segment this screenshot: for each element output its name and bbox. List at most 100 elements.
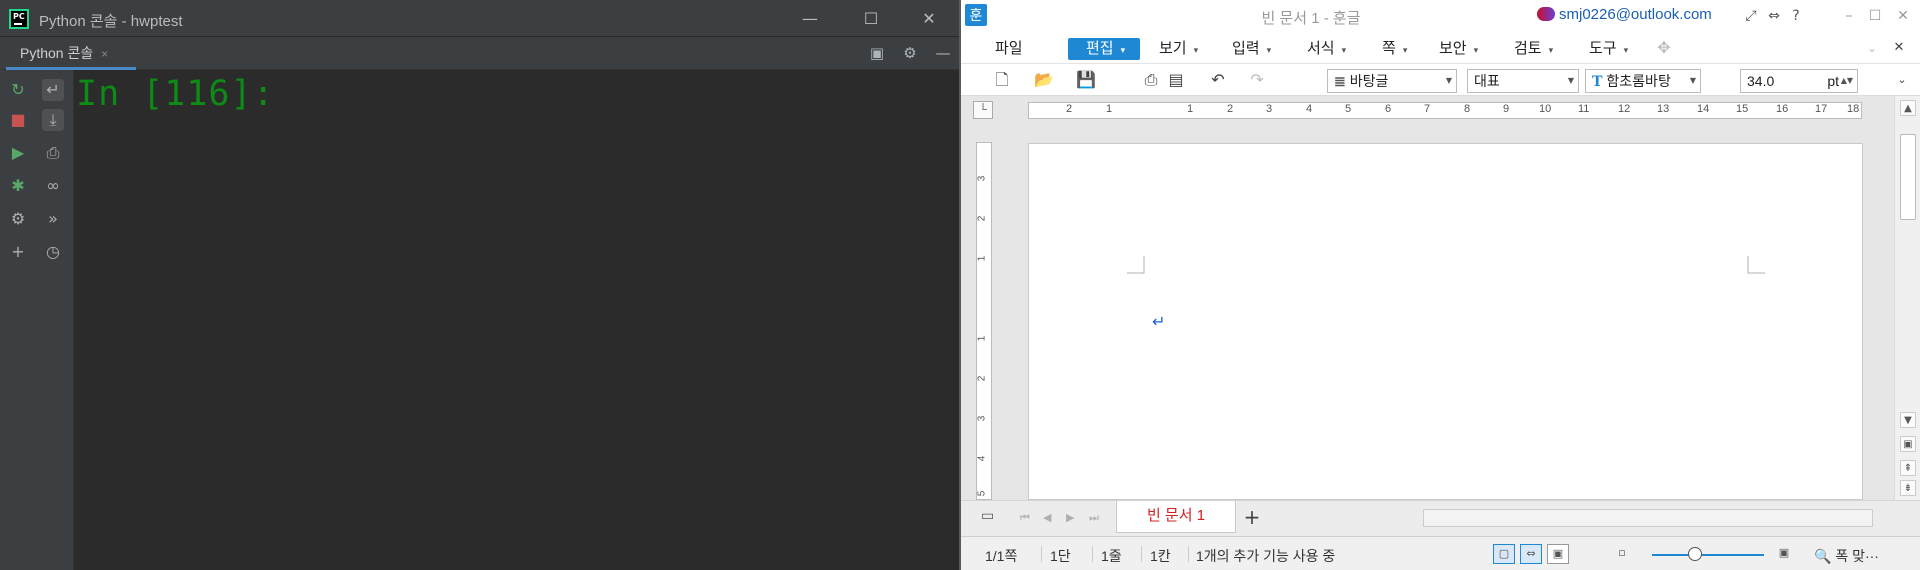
close-button[interactable]: ✕ [1891, 6, 1915, 26]
open-folder-icon[interactable]: 📂 [1033, 69, 1055, 91]
console-output[interactable]: In [116]: [74, 70, 959, 570]
add-tab-button[interactable]: + [1239, 505, 1265, 529]
tab-label: Python 콘솔 [20, 45, 94, 61]
close-doc-icon[interactable]: ✕ [1888, 37, 1910, 59]
horizontal-ruler[interactable]: 2 1 1 2 3 4 5 6 7 8 9 10 11 12 13 14 15 … [1028, 102, 1862, 119]
maximize-button[interactable]: ☐ [1863, 6, 1887, 26]
page-view-icon[interactable]: ▣ [1900, 436, 1916, 452]
save-icon[interactable]: 💾 [1075, 69, 1097, 91]
tab-stop-selector[interactable]: └ [973, 101, 993, 119]
history-icon[interactable]: ◷ [42, 241, 64, 263]
zoom-slider-knob[interactable] [1688, 547, 1702, 561]
minimize-button[interactable]: – [1837, 6, 1861, 26]
menu-file[interactable]: 파일 [995, 38, 1023, 60]
zoom-slider[interactable] [1652, 554, 1764, 556]
tab-list-icon[interactable]: ▭ [981, 508, 994, 524]
hangul-logo-icon: 훈 [965, 4, 987, 26]
console-toolbar-left: ↻ ■ ▶ ✱ ⚙ + [0, 70, 36, 570]
scroll-up-icon[interactable]: ▲ [1900, 100, 1916, 116]
new-document-icon[interactable]: 🗋 [991, 69, 1013, 91]
redo-icon[interactable]: ↷ [1246, 69, 1268, 91]
desktop: PC Python 콘솔 - hwptest — ☐ ✕ Python 콘솔 ×… [0, 0, 1920, 570]
horizontal-scrollbar[interactable] [1423, 509, 1873, 527]
resize-icon[interactable]: ⇔ [1765, 6, 1783, 26]
rerun-icon[interactable]: ↻ [7, 79, 29, 101]
layout-icon[interactable]: ▣ [868, 44, 886, 62]
prev-tab-icon[interactable]: ◀ [1043, 511, 1051, 524]
console-prompt: In [116]: [76, 74, 275, 114]
menu-security[interactable]: 보안 ▾ [1439, 38, 1478, 60]
prev-page-icon[interactable]: ⇞ [1900, 460, 1916, 476]
account[interactable]: smj0226@outlook.com [1537, 6, 1712, 26]
chevron-down-icon: ▾ [1548, 46, 1554, 56]
font-select[interactable]: T 함초롬바탕 ▼ [1585, 69, 1701, 93]
minimize-button[interactable]: — [787, 0, 833, 37]
console-tab-bar: Python 콘솔 × [0, 37, 959, 70]
status-line[interactable]: 1줄 [1101, 546, 1122, 566]
menu-page[interactable]: 쪽 ▾ [1382, 38, 1407, 60]
document-area: └ 2 1 1 2 3 4 5 6 7 8 9 10 11 12 13 14 1… [961, 96, 1920, 500]
scroll-down-icon[interactable]: ▼ [1900, 412, 1916, 428]
status-separator [1041, 546, 1042, 562]
status-separator [1092, 546, 1093, 562]
margin-corner-top-right [1747, 256, 1765, 274]
vertical-ruler[interactable]: 3 2 1 1 2 3 4 5 [976, 142, 992, 500]
chevron-down-icon: ▾ [1402, 46, 1408, 56]
next-page-icon[interactable]: ⇟ [1900, 480, 1916, 496]
tab-close-icon[interactable]: × [101, 47, 108, 61]
menu-edit[interactable]: 편집 ▾ [1068, 38, 1140, 60]
collapse-ribbon-icon[interactable]: ⌄ [1861, 37, 1883, 59]
settings-icon[interactable]: ⚙ [7, 208, 29, 230]
maximize-button[interactable]: ☐ [848, 0, 894, 37]
soft-wrap-icon[interactable]: ↵ [42, 79, 64, 101]
add-console-icon[interactable]: + [7, 241, 29, 263]
status-page[interactable]: 1/1쪽 [985, 546, 1017, 566]
document-page[interactable]: ↵ [1028, 143, 1863, 500]
hangul-window: 훈 빈 문서 1 - 훈글 smj0226@outlook.com ⤢ ⇔ ? … [961, 0, 1920, 570]
zoom-in-icon[interactable]: ▣ [1776, 546, 1792, 562]
menu-format[interactable]: 서식 ▾ [1307, 38, 1346, 60]
extension-icon[interactable]: ✥ [1653, 37, 1675, 59]
command-queue-icon[interactable]: » [42, 208, 64, 230]
vertical-scrollbar[interactable]: ▲ ▼ ▣ ⇞ ⇟ [1894, 96, 1920, 500]
gear-icon[interactable]: ⚙ [901, 44, 919, 62]
print-icon[interactable]: ⎙ [1140, 69, 1162, 91]
page-width-view-icon[interactable]: ⇔ [1520, 544, 1542, 564]
menu-insert[interactable]: 입력 ▾ [1232, 38, 1271, 60]
preview-icon[interactable]: ▤ [1165, 69, 1187, 91]
status-column[interactable]: 1단 [1050, 546, 1071, 566]
zoom-out-icon[interactable]: ▫ [1614, 546, 1630, 562]
fullscreen-icon[interactable]: ⤢ [1742, 6, 1760, 26]
undo-icon[interactable]: ↶ [1207, 69, 1229, 91]
font-size-input[interactable]: 34.0 pt ▲▼ [1740, 69, 1858, 93]
debug-icon[interactable]: ✱ [7, 175, 29, 197]
style-select[interactable]: ≣ 바탕글 ▼ [1327, 69, 1457, 93]
tab-python-console[interactable]: Python 콘솔 × [6, 37, 136, 70]
chevron-down-icon: ▾ [1473, 46, 1479, 56]
next-tab-icon[interactable]: ▶ [1066, 511, 1074, 524]
status-char[interactable]: 1칸 [1150, 546, 1171, 566]
menu-tools[interactable]: 도구 ▾ [1589, 38, 1628, 60]
print-icon[interactable]: ⎙ [42, 142, 64, 164]
full-page-view-icon[interactable]: ▣ [1547, 544, 1569, 564]
help-icon[interactable]: ? [1787, 6, 1805, 26]
scroll-to-end-icon[interactable]: ⤓ [42, 109, 64, 131]
close-button[interactable]: ✕ [906, 0, 952, 37]
scrollbar-thumb[interactable] [1900, 134, 1916, 220]
toolbar-expand-icon[interactable]: ⌄ [1891, 69, 1913, 91]
tab-blank-document[interactable]: 빈 문서 1 [1116, 501, 1236, 533]
stop-icon[interactable]: ■ [7, 109, 29, 131]
menu-review[interactable]: 검토 ▾ [1514, 38, 1553, 60]
zoom-fit-width[interactable]: 🔍 폭 맞··· [1814, 546, 1879, 566]
hide-icon[interactable]: — [934, 44, 952, 62]
normal-view-icon[interactable]: ▢ [1493, 544, 1515, 564]
show-variables-icon[interactable]: ∞ [42, 175, 64, 197]
document-tab-bar: ▭ ⏮ ◀ ▶ ⏭ 빈 문서 1 + [961, 500, 1920, 536]
paragraph-mark-icon: ↵ [1152, 312, 1166, 331]
menu-view[interactable]: 보기 ▾ [1159, 38, 1198, 60]
last-tab-icon[interactable]: ⏭ [1089, 511, 1099, 525]
language-select[interactable]: 대표 ▼ [1467, 69, 1579, 93]
first-tab-icon[interactable]: ⏮ [1020, 511, 1030, 525]
run-icon[interactable]: ▶ [7, 142, 29, 164]
status-addons[interactable]: 1개의 추가 기능 사용 중 [1196, 546, 1335, 566]
